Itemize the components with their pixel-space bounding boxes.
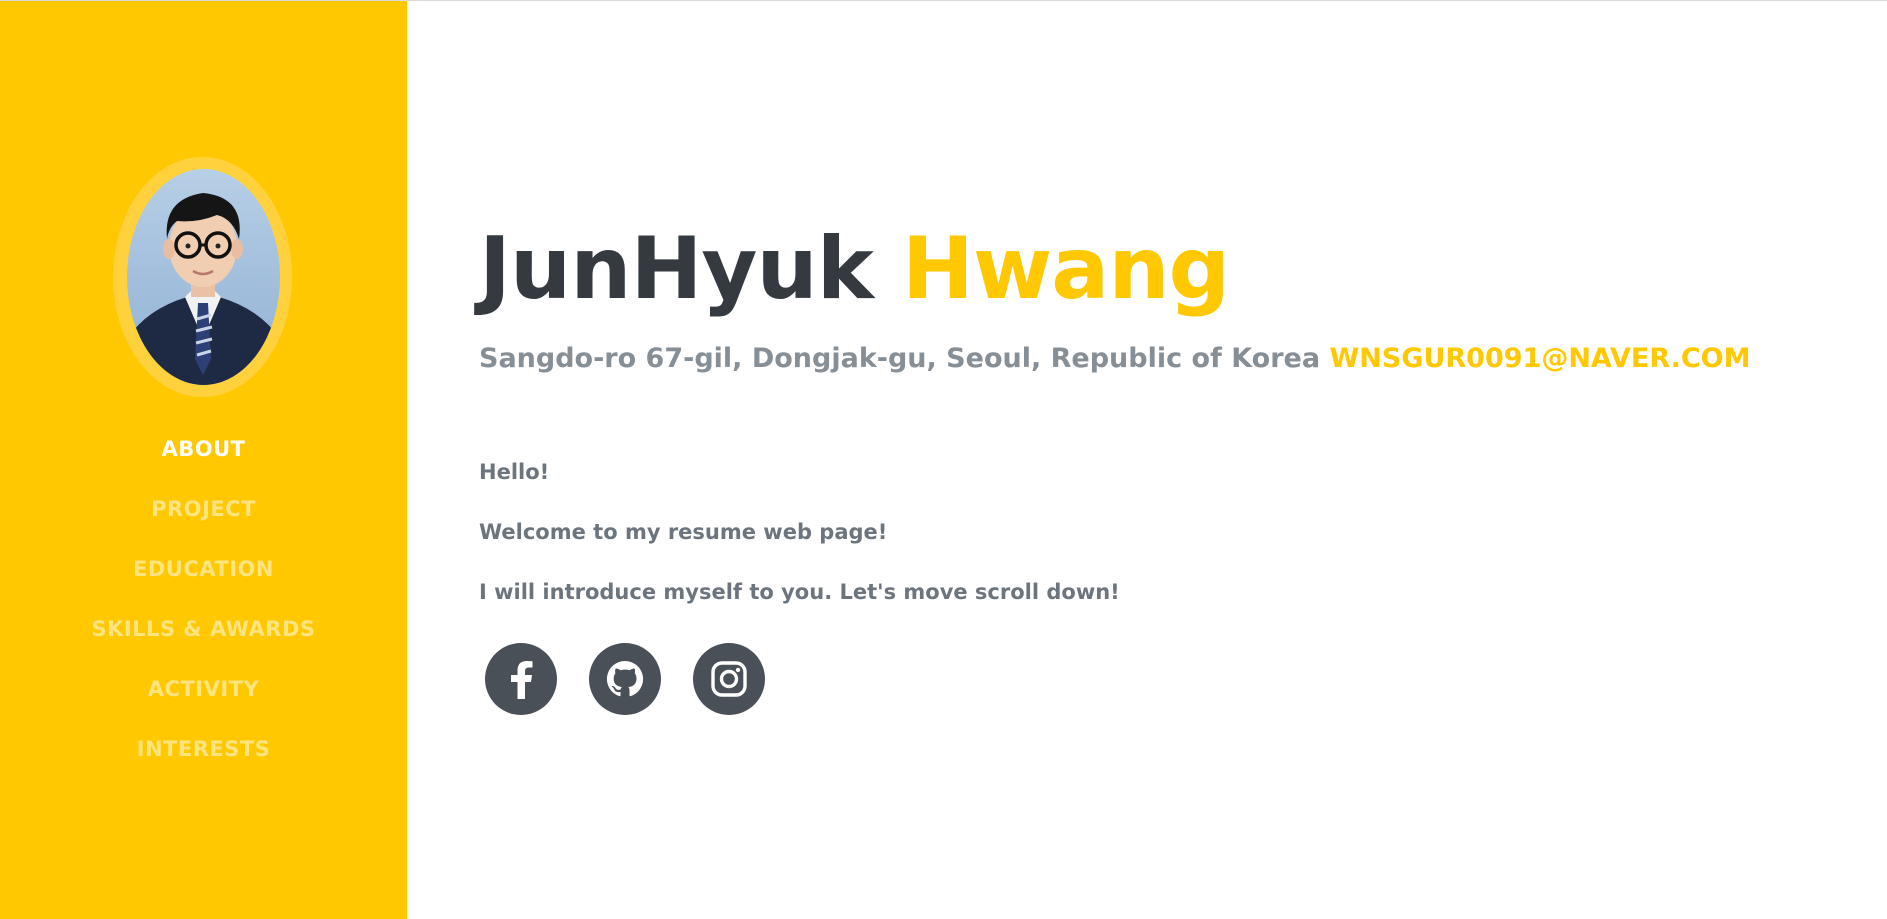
contact-line: Sangdo-ro 67-gil, Dongjak-gu, Seoul, Rep…	[479, 339, 1751, 379]
github-link[interactable]	[589, 643, 661, 715]
page-top-border	[0, 0, 1887, 1]
nav-item-interests[interactable]: INTERESTS	[0, 730, 407, 790]
github-icon	[606, 660, 644, 697]
intro-line-2: Welcome to my resume web page!	[479, 520, 888, 544]
instagram-link[interactable]	[693, 643, 765, 715]
page-title: JunHyuk Hwang	[479, 214, 1230, 324]
nav-item-education[interactable]: EDUCATION	[0, 550, 407, 610]
email-link[interactable]: WNSGUR0091@NAVER.COM	[1329, 343, 1750, 374]
nav-item-about[interactable]: ABOUT	[0, 430, 407, 490]
social-links	[485, 643, 765, 715]
address-text: Sangdo-ro 67-gil, Dongjak-gu, Seoul, Rep…	[479, 343, 1321, 374]
about-section: JunHyuk Hwang Sangdo-ro 67-gil, Dongjak-…	[479, 0, 1839, 919]
intro-line-3: I will introduce myself to you. Let's mo…	[479, 580, 1120, 604]
facebook-icon	[511, 661, 533, 699]
sidebar-nav: ABOUT PROJECT EDUCATION SKILLS & AWARDS …	[0, 430, 407, 790]
instagram-icon	[711, 661, 747, 697]
last-name: Hwang	[901, 219, 1230, 319]
nav-item-activity[interactable]: ACTIVITY	[0, 670, 407, 730]
profile-photo	[127, 169, 280, 385]
sidebar: ABOUT PROJECT EDUCATION SKILLS & AWARDS …	[0, 0, 407, 919]
first-name: JunHyuk	[479, 219, 874, 319]
facebook-link[interactable]	[485, 643, 557, 715]
nav-item-project[interactable]: PROJECT	[0, 490, 407, 550]
nav-item-skills-awards[interactable]: SKILLS & AWARDS	[0, 610, 407, 670]
intro-line-1: Hello!	[479, 460, 550, 484]
